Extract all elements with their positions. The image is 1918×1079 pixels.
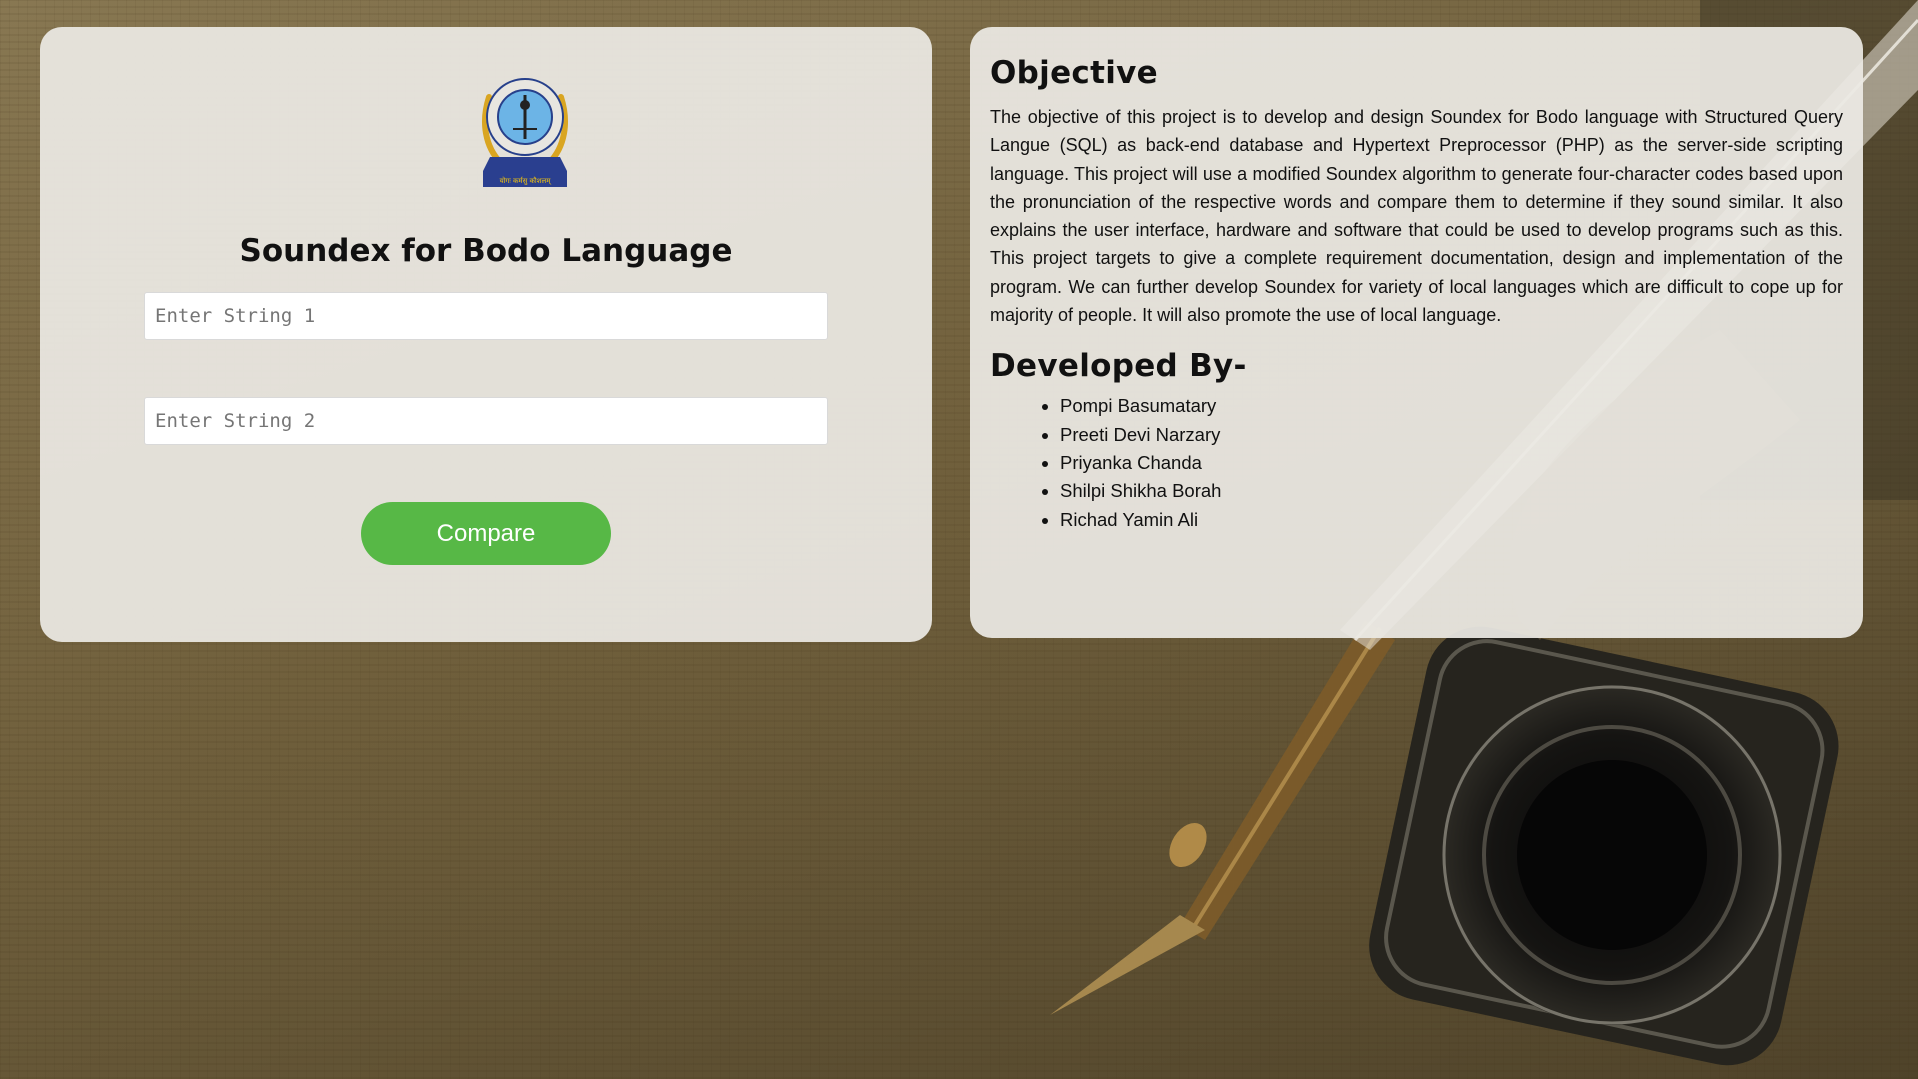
compare-button[interactable]: Compare [361,502,611,565]
college-logo: योगः कर्मसु कौशलम् [482,78,568,187]
developer-item: Shilpi Shikha Borah [1060,477,1843,505]
page-title: Soundex for Bodo Language [239,233,733,269]
developed-by-heading: Developed By- [990,348,1247,385]
string1-input[interactable] [144,292,828,340]
info-card: Objective The objective of this project … [970,27,1863,638]
objective-text: The objective of this project is to deve… [990,107,1843,326]
objective-heading: Objective [990,55,1158,91]
developer-item: Preeti Devi Narzary [1060,421,1843,449]
developer-item: Richad Yamin Ali [1060,506,1843,534]
developer-item: Priyanka Chanda [1060,449,1843,477]
developer-item: Pompi Basumatary [1060,392,1843,420]
developer-list: Pompi Basumatary Preeti Devi Narzary Pri… [990,392,1843,533]
logo-motto: योगः कर्मसु कौशलम् [500,176,552,185]
string2-input[interactable] [144,397,828,445]
soundex-form-card: योगः कर्मसु कौशलम् Soundex for Bodo Lang… [40,27,932,642]
